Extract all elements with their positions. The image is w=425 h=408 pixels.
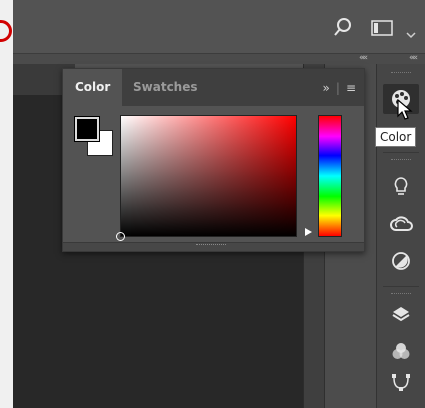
tab-color[interactable]: Color bbox=[63, 69, 123, 106]
window-edge bbox=[0, 0, 13, 408]
divider bbox=[383, 152, 419, 153]
panel-tab-bar: Color Swatches » | ≡ bbox=[63, 69, 364, 106]
panel-resize-bar[interactable] bbox=[63, 242, 364, 251]
grip-handle[interactable] bbox=[391, 159, 411, 162]
layers-icon[interactable] bbox=[383, 299, 419, 329]
divider bbox=[383, 286, 419, 287]
panel-overflow-button[interactable]: » bbox=[323, 81, 330, 95]
color-panel: Color Swatches » | ≡ bbox=[62, 68, 365, 252]
color-picker-cursor[interactable] bbox=[116, 232, 125, 241]
resize-grip[interactable] bbox=[196, 244, 226, 248]
panel-menu-button[interactable]: ≡ bbox=[346, 81, 356, 95]
search-icon[interactable] bbox=[333, 17, 353, 41]
foreground-background-swatches bbox=[74, 116, 115, 157]
creative-cloud-icon[interactable] bbox=[383, 209, 419, 239]
chevron-down-icon[interactable] bbox=[406, 24, 416, 43]
paths-icon[interactable] bbox=[383, 368, 419, 398]
lightbulb-icon[interactable] bbox=[383, 172, 419, 202]
foreground-color-swatch[interactable] bbox=[74, 116, 100, 142]
grip-handle[interactable] bbox=[391, 72, 411, 75]
collapse-panels-button[interactable]: «« bbox=[359, 53, 368, 63]
grip-handle[interactable] bbox=[391, 293, 411, 296]
hue-slider-handle[interactable] bbox=[305, 228, 312, 236]
divider: | bbox=[335, 80, 340, 95]
adjustments-icon[interactable] bbox=[383, 246, 419, 276]
color-field[interactable] bbox=[116, 115, 297, 241]
tab-swatches[interactable]: Swatches bbox=[121, 69, 210, 106]
options-bar bbox=[13, 0, 425, 54]
channels-icon[interactable] bbox=[383, 336, 419, 366]
mouse-pointer-icon bbox=[397, 99, 413, 120]
collapse-toolstrip-button[interactable]: «« bbox=[409, 53, 418, 63]
workspace-layout-icon[interactable] bbox=[371, 20, 393, 40]
tooltip: Color bbox=[375, 127, 417, 147]
hue-slider[interactable] bbox=[318, 115, 342, 237]
panel-header-controls: » | ≡ bbox=[323, 69, 356, 106]
panel-collapse-strip: «« «« bbox=[13, 53, 425, 64]
